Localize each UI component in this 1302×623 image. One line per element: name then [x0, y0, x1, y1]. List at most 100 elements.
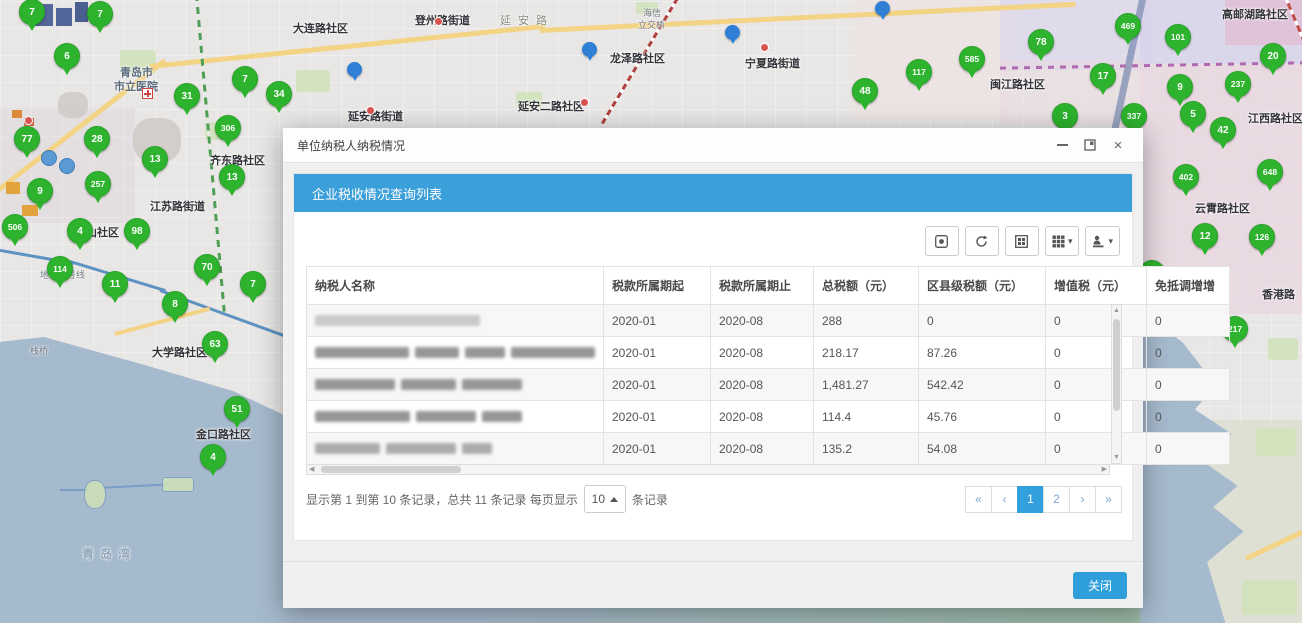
map-pin-green[interactable]: 63 [202, 331, 228, 357]
page-button-1[interactable]: 1 [1017, 486, 1044, 513]
map-pin-green[interactable]: 42 [1210, 117, 1236, 143]
map-pin-green[interactable]: 13 [219, 164, 245, 190]
toggle-view-button[interactable] [1005, 226, 1039, 256]
table-row[interactable]: 2020-012020-08218.1787.2600 [307, 337, 1230, 369]
map-pin-green[interactable]: 7 [19, 0, 45, 25]
map-pin-green[interactable]: 9 [1167, 74, 1193, 100]
table-row[interactable]: 2020-012020-08288000 [307, 305, 1230, 337]
table-cell: 0 [1147, 337, 1230, 369]
map-pin-green[interactable]: 237 [1225, 71, 1251, 97]
table-cell: 2020-01 [604, 369, 711, 401]
map-label: 大学路社区 [152, 344, 207, 360]
map-pin-green[interactable]: 20 [1260, 43, 1286, 69]
map-pin-green[interactable]: 17 [1090, 63, 1116, 89]
map-pin-blue[interactable] [582, 42, 597, 57]
page-button-«[interactable]: « [965, 486, 992, 513]
map-pin-blue[interactable] [875, 1, 890, 16]
map-pin-green[interactable]: 51 [224, 396, 250, 422]
page-button-‹[interactable]: ‹ [991, 486, 1018, 513]
refresh-button[interactable] [965, 226, 999, 256]
pagination-toggle-button[interactable] [925, 226, 959, 256]
scroll-down-arrow[interactable]: ▼ [1113, 454, 1120, 461]
scroll-right-arrow[interactable]: ▶ [1102, 466, 1107, 473]
table-row[interactable]: 2020-012020-081,481.27542.4200 [307, 369, 1230, 401]
map-label: 云霄路社区 [1195, 200, 1250, 216]
map-pin-green[interactable]: 126 [1249, 224, 1275, 250]
scroll-up-arrow[interactable]: ▲ [1113, 307, 1120, 314]
horizontal-scrollbar[interactable]: ◀ ▶ [306, 464, 1110, 475]
map-pin-green[interactable]: 70 [194, 254, 220, 280]
dialog-titlebar: 单位纳税人纳税情况 × [283, 128, 1143, 163]
column-header[interactable]: 免抵调增增 [1147, 267, 1230, 305]
map-label: 立交桥 [638, 18, 665, 31]
map-label: 闽江路社区 [990, 76, 1045, 92]
map-pin-green[interactable]: 101 [1165, 24, 1191, 50]
maximize-button[interactable] [1079, 135, 1101, 155]
minimize-button[interactable] [1051, 135, 1073, 155]
page-button-›[interactable]: › [1069, 486, 1096, 513]
map-pin-green[interactable]: 34 [266, 81, 292, 107]
map-pin-green[interactable]: 6 [54, 43, 80, 69]
caret-down-icon: ▾ [1068, 237, 1073, 246]
map-pin-green[interactable]: 257 [85, 171, 111, 197]
map-pin-green[interactable]: 585 [959, 46, 985, 72]
vertical-scrollbar[interactable]: ▲ ▼ [1111, 304, 1122, 464]
horizontal-scroll-thumb[interactable] [321, 466, 461, 473]
map-pin-green[interactable]: 7 [232, 66, 258, 92]
map-pin-green[interactable]: 28 [84, 126, 110, 152]
scroll-left-arrow[interactable]: ◀ [309, 466, 314, 473]
map-label: 大连路社区 [293, 20, 348, 36]
table-cell: 2020-01 [604, 337, 711, 369]
dialog-close-button[interactable]: 关闭 [1073, 572, 1127, 599]
map-pin-green[interactable]: 5 [1180, 101, 1206, 127]
map-pin-green[interactable]: 337 [1121, 103, 1147, 129]
map-cluster-blue[interactable] [59, 158, 75, 174]
map-pin-green[interactable]: 117 [906, 59, 932, 85]
table-cell: 0 [1147, 401, 1230, 433]
column-header[interactable]: 税款所属期止 [711, 267, 814, 305]
map-pin-green[interactable]: 77 [14, 126, 40, 152]
columns-grid-icon [1052, 235, 1065, 248]
columns-button[interactable]: ▾ [1045, 226, 1080, 256]
map-pin-green[interactable]: 48 [852, 78, 878, 104]
map-pin-green[interactable]: 506 [2, 214, 28, 240]
map-pin-green[interactable]: 4 [67, 218, 93, 244]
table-row[interactable]: 2020-012020-08114.445.7600 [307, 401, 1230, 433]
map-pin-green[interactable]: 648 [1257, 159, 1283, 185]
map-pin-green[interactable]: 7 [87, 1, 113, 27]
map-pin-green[interactable]: 4 [200, 444, 226, 470]
map-pin-green[interactable]: 7 [240, 271, 266, 297]
export-button[interactable]: ▾ [1085, 226, 1120, 256]
map-pin-green[interactable]: 9 [27, 178, 53, 204]
close-button[interactable]: × [1107, 135, 1129, 155]
map-pin-green[interactable]: 12 [1192, 223, 1218, 249]
map-pin-green[interactable]: 31 [174, 83, 200, 109]
map-label: 高邮湖路社区 [1222, 6, 1288, 22]
map-pin-blue[interactable] [725, 25, 740, 40]
page-button-»[interactable]: » [1095, 486, 1122, 513]
map-pin-green[interactable]: 78 [1028, 29, 1054, 55]
column-header[interactable]: 区县级税额（元） [919, 267, 1046, 305]
map-pin-green[interactable]: 402 [1173, 164, 1199, 190]
map-pin-green[interactable]: 114 [47, 256, 73, 282]
map-pin-green[interactable]: 469 [1115, 13, 1141, 39]
table-header-row: 纳税人名称税款所属期起税款所属期止总税额（元）区县级税额（元）增值税（元）免抵调… [307, 267, 1230, 305]
table-row[interactable]: 2020-012020-08135.254.0800 [307, 433, 1230, 465]
page-button-2[interactable]: 2 [1043, 486, 1070, 513]
map-pin-green[interactable]: 306 [215, 115, 241, 141]
map-pin-blue[interactable] [347, 62, 362, 77]
column-header[interactable]: 总税额（元） [814, 267, 919, 305]
table-cell: 0 [1147, 369, 1230, 401]
pagination-toggle-icon [935, 235, 948, 248]
map-pin-green[interactable]: 11 [102, 271, 128, 297]
map-pin-green[interactable]: 8 [162, 291, 188, 317]
column-header[interactable]: 增值税（元） [1046, 267, 1147, 305]
map-pin-green[interactable]: 98 [124, 218, 150, 244]
vertical-scroll-thumb[interactable] [1113, 319, 1120, 411]
map-pin-green[interactable]: 3 [1052, 103, 1078, 129]
column-header[interactable]: 纳税人名称 [307, 267, 604, 305]
map-cluster-blue[interactable] [41, 150, 57, 166]
map-pin-green[interactable]: 13 [142, 146, 168, 172]
column-header[interactable]: 税款所属期起 [604, 267, 711, 305]
page-size-select[interactable]: 10 [584, 485, 626, 513]
